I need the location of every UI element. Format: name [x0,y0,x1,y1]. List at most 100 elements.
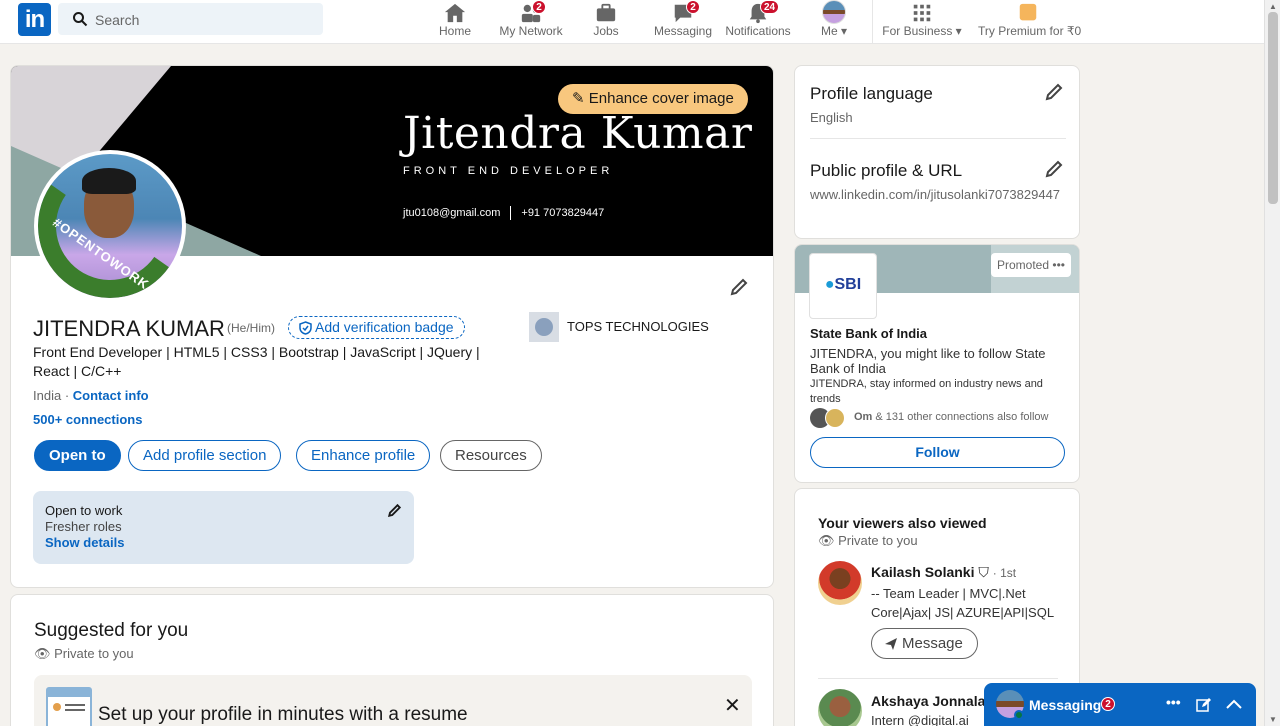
resume-icon-line [65,704,85,706]
suggested-privacy: 👁 Private to you [34,646,134,662]
resume-icon [46,687,92,726]
cover-phone: +91 7073829447 [521,206,605,219]
nav-me[interactable]: Me ▾ [814,0,854,44]
open-to-work-card: Open to work Fresher roles Show details [33,491,414,564]
messaging-overlay-badge: 2 [1101,697,1115,711]
promoted-text: Promoted [997,258,1050,272]
viewer-name-text: Kailash Solanki [871,564,975,580]
more-icon[interactable]: ••• [1166,694,1181,710]
resume-suggestion[interactable]: Set up your profile in minutes with a re… [34,675,752,726]
more-icon[interactable]: ••• [1052,258,1065,272]
viewer-name[interactable]: Akshaya Jonnala [871,693,985,709]
profile-settings-card: Profile language English Public profile … [794,65,1080,239]
nav-my-network[interactable]: 2 My Network [496,0,566,44]
nav-try-premium-label: Try Premium for ₹0 [978,24,1082,38]
nav-jobs[interactable]: Jobs [586,0,626,44]
resume-icon-bar [48,689,90,697]
scrollbar-thumb[interactable] [1268,12,1278,204]
scroll-down-arrow[interactable]: ▼ [1269,715,1277,724]
connections-link[interactable]: 500+ connections [33,412,142,427]
mutual-name: Om [854,411,873,423]
profile-photo[interactable]: #OPENTOWORK [34,150,186,302]
edit-intro-pencil-icon[interactable] [729,277,749,297]
top-navigation: in Search Home 2 My Network Jobs 2 Messa… [0,0,1264,44]
resources-button[interactable]: Resources [440,440,542,471]
enhance-profile-button[interactable]: Enhance profile [296,440,431,471]
nav-for-business-label: For Business ▾ [882,24,962,38]
close-icon[interactable]: ✕ [724,693,741,718]
viewers-title: Your viewers also viewed [818,515,987,531]
viewer-avatar[interactable] [818,561,862,605]
suggested-title: Suggested for you [34,620,189,641]
nav-me-label: Me ▾ [820,24,848,38]
search-input[interactable]: Search [58,3,323,35]
pencil-icon: ✎ [572,90,585,107]
cover-divider [510,206,512,220]
nav-for-business[interactable]: For Business ▾ [880,0,964,44]
eye-icon: 👁 [34,646,51,661]
nav-divider [872,0,873,44]
promoted-card: ●SBI Promoted ••• State Bank of India JI… [794,244,1080,483]
messaging-overlay[interactable]: Messaging 2 ••• [984,683,1256,726]
page-scrollbar[interactable]: ▲ ▼ [1264,0,1280,726]
cover-name: Jitendra Kumar [403,108,753,159]
promo-line2: JITENDRA, stay informed on industry news… [810,378,1043,405]
nav-notifications[interactable]: 24 Notifications [724,0,792,44]
linkedin-logo[interactable]: in [18,3,51,36]
mutual-rest: & 131 other connections also follow [872,411,1049,423]
messaging-badge: 2 [686,0,700,14]
viewers-privacy-label: Private to you [838,533,918,548]
contact-info-link[interactable]: Contact info [73,388,149,403]
resume-icon-line [65,709,85,711]
premium-icon [1019,3,1037,21]
compose-icon[interactable] [1196,697,1212,713]
show-details-link[interactable]: Show details [45,535,402,551]
scroll-up-arrow[interactable]: ▲ [1269,2,1277,11]
nav-my-network-label: My Network [499,24,563,38]
nav-notifications-label: Notifications [725,24,791,38]
nav-try-premium[interactable]: Try Premium for ₹0 [978,0,1082,44]
profile-pronouns: (He/Him) [227,321,275,335]
add-verification-badge-button[interactable]: Add verification badge [288,316,465,339]
enhance-cover-label: Enhance cover image [588,90,734,107]
edit-url-pencil-icon[interactable] [1044,159,1064,179]
cover-title: FRONT END DEVELOPER [403,165,614,177]
sbi-logo-mark: ● [824,276,835,293]
location-separator: · [61,388,73,403]
promo-company[interactable]: State Bank of India [810,326,927,341]
viewer-name[interactable]: Kailash Solanki ⛉ · 1st [871,564,1016,581]
company-name: TOPS TECHNOLOGIES [567,319,709,334]
promoted-label: Promoted ••• [991,253,1071,277]
viewers-divider [818,678,1058,679]
me-avatar [822,0,846,24]
follow-button[interactable]: Follow [810,437,1065,468]
viewer-avatar[interactable] [818,689,862,726]
viewer-headline: -- Team Leader | MVC|.Net Core|Ajax| JS|… [871,586,1055,620]
profile-location-row: India · Contact info [33,388,149,403]
viewer-headline: Intern @digital.ai [871,713,969,726]
sbi-logo-text: SBI [834,276,862,293]
chevron-up-icon[interactable] [1226,699,1242,709]
message-label: Message [902,635,963,652]
shield-icon [299,321,312,335]
nav-jobs-label: Jobs [593,24,619,38]
edit-language-pencil-icon[interactable] [1044,82,1064,102]
edit-open-to-work-pencil-icon[interactable] [387,503,402,518]
settings-divider [810,138,1066,139]
nav-home[interactable]: Home [430,0,480,44]
chevron-down-icon: ▾ [955,24,962,38]
company-logo [529,312,559,342]
open-to-button[interactable]: Open to [34,440,121,471]
message-button[interactable]: Message [871,628,978,659]
resume-icon-dot [53,703,61,711]
nav-messaging[interactable]: 2 Messaging [652,0,714,44]
current-company[interactable]: TOPS TECHNOLOGIES [529,312,709,342]
public-profile-url[interactable]: www.linkedin.com/in/jitusolanki707382944… [810,186,1066,204]
add-profile-section-button[interactable]: Add profile section [128,440,282,471]
mutual-avatar [825,408,845,428]
open-to-work-roles: Fresher roles [45,519,122,534]
suggested-privacy-label: Private to you [54,646,134,661]
profile-language-title: Profile language [810,84,933,103]
enhance-cover-button[interactable]: ✎ Enhance cover image [558,84,748,114]
viewer-degree: · 1st [992,566,1017,580]
